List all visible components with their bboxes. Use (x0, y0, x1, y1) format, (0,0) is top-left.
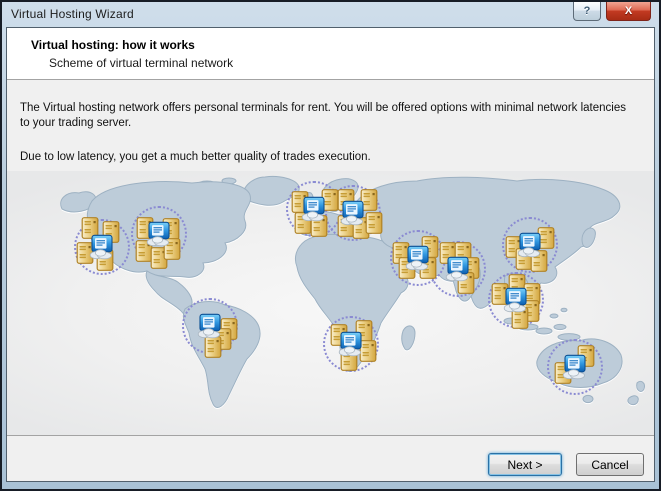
terminal-icon (89, 235, 116, 260)
next-button[interactable]: Next > (488, 453, 562, 476)
world-map-overlay (7, 171, 654, 435)
paragraph-low-latency: Due to low latency, you get a much bette… (20, 150, 638, 165)
terminal-icon (301, 197, 328, 222)
close-button[interactable]: X (606, 2, 651, 21)
terminal-icon (340, 201, 367, 226)
terminal-icon (338, 332, 365, 357)
paragraph-network-offer: The Virtual hosting network offers perso… (20, 101, 638, 131)
page-title: Virtual hosting: how it works (31, 38, 654, 52)
page-subtitle: Scheme of virtual terminal network (49, 56, 654, 70)
terminal-icon (146, 222, 173, 247)
help-button[interactable]: ? (573, 2, 601, 21)
help-icon: ? (584, 5, 591, 17)
dialog-client-area: Virtual hosting: how it works Scheme of … (6, 27, 655, 482)
terminal-icon (517, 233, 544, 258)
terminal-icon (197, 314, 224, 339)
cancel-button[interactable]: Cancel (576, 453, 644, 476)
virtual-hosting-wizard-window: Virtual Hosting Wizard ? X Virtual hosti… (0, 0, 661, 491)
footer-bar: Next > Cancel (7, 435, 654, 481)
wizard-header: Virtual hosting: how it works Scheme of … (7, 28, 654, 80)
close-icon: X (625, 5, 632, 17)
terminal-icon (405, 246, 432, 271)
description-text: The Virtual hosting network offers perso… (7, 80, 654, 165)
terminal-icon (503, 288, 530, 313)
terminal-icon (445, 257, 472, 282)
server-icon (205, 336, 222, 358)
titlebar[interactable]: Virtual Hosting Wizard ? X (2, 2, 659, 27)
world-map (7, 171, 654, 435)
window-title: Virtual Hosting Wizard (11, 7, 134, 21)
terminal-icon (562, 355, 589, 380)
server-icon (366, 212, 383, 234)
